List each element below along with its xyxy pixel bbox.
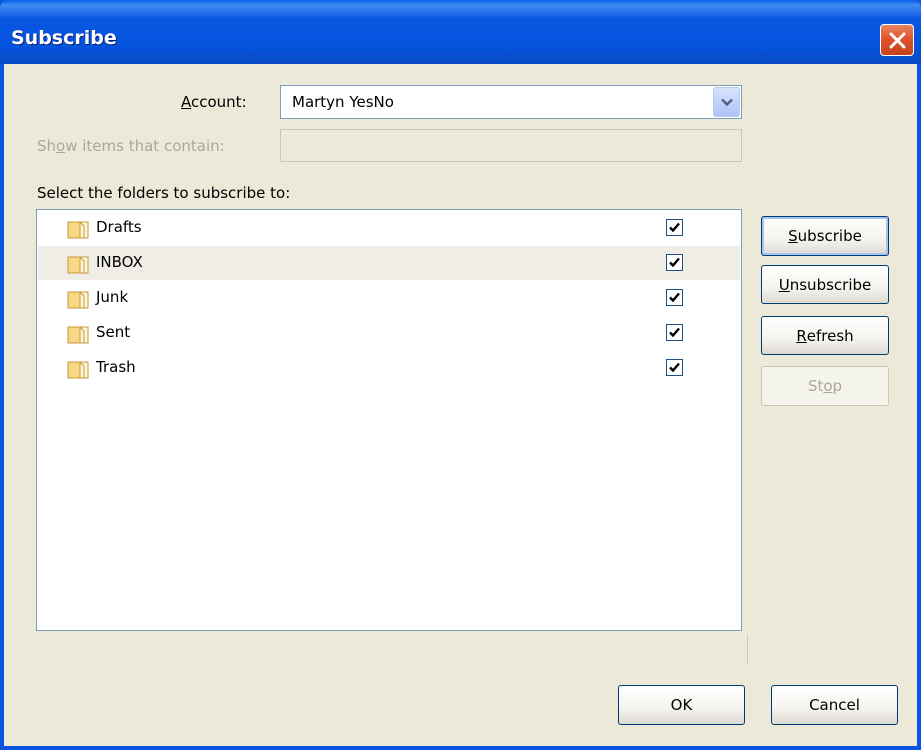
subscribe-checkbox[interactable] [666,324,683,341]
folder-name: Drafts [96,218,142,236]
account-dropdown[interactable]: Martyn YesNo [280,85,742,119]
folder-icon [67,361,89,379]
chevron-down-icon[interactable] [713,87,740,117]
unsubscribe-button[interactable]: Unsubscribe [761,265,889,304]
subscribe-checkbox[interactable] [666,359,683,376]
list-item[interactable]: Trash [38,351,740,385]
folder-icon [67,221,89,239]
subscribe-checkbox[interactable] [666,219,683,236]
folder-name: Sent [96,323,131,341]
list-item[interactable]: Drafts [38,211,740,245]
divider [747,635,748,663]
filter-label: Show items that contain: [37,137,225,155]
account-value: Martyn YesNo [292,93,394,111]
folders-heading: Select the folders to subscribe to: [37,184,291,202]
folder-icon [67,326,89,344]
subscribe-dialog: Subscribe Account: Martyn YesNo Show ite… [0,0,921,750]
close-icon[interactable] [880,24,914,56]
folder-icon [67,291,89,309]
cancel-button[interactable]: Cancel [771,685,898,725]
folder-name: Trash [96,358,136,376]
list-item[interactable]: Sent [38,316,740,350]
subscribe-checkbox[interactable] [666,254,683,271]
folder-name: INBOX [96,253,143,271]
account-label: Account: [181,93,247,111]
subscribe-button[interactable]: Subscribe [761,216,889,256]
refresh-button[interactable]: Refresh [761,316,889,355]
subscribe-checkbox[interactable] [666,289,683,306]
dialog-body: Account: Martyn YesNo Show items that co… [4,64,917,746]
folder-list[interactable]: Drafts INBOX Junk Sent Trash [36,209,742,631]
filter-input [280,129,742,162]
stop-button: St o p [761,366,889,406]
folder-icon [67,256,89,274]
title-bar[interactable]: Subscribe [0,0,921,64]
window-title: Subscribe [11,27,117,49]
ok-button[interactable]: OK [618,685,745,725]
folder-name: Junk [96,288,129,306]
list-item[interactable]: Junk [38,281,740,315]
list-item[interactable]: INBOX [38,246,740,280]
